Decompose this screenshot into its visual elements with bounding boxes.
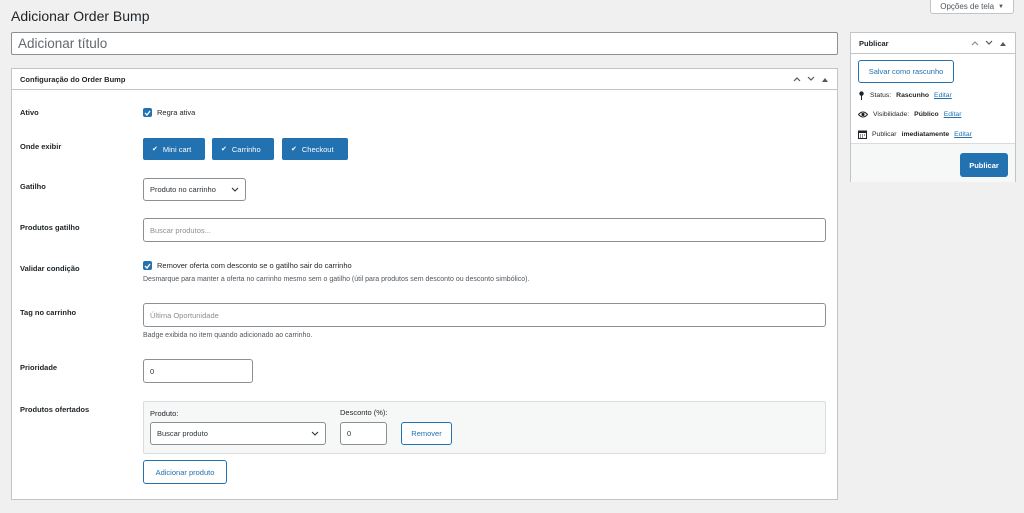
edit-status-link[interactable]: Editar <box>934 92 952 99</box>
screen-options-button[interactable]: Opções de tela ▼ <box>930 0 1014 14</box>
location-chip-label: Mini cart <box>162 144 192 154</box>
location-chip-mini-cart[interactable]: ✔ Mini cart <box>143 138 205 160</box>
ativo-checkbox-row[interactable]: Regra ativa <box>143 108 195 117</box>
check-icon: ✔ <box>221 146 227 153</box>
edit-visibility-link[interactable]: Editar <box>944 111 962 118</box>
remove-offer-label: Remover <box>411 429 442 438</box>
config-postbox-title: Configuração do Order Bump <box>20 74 126 84</box>
onde-exibir-label: Onde exibir <box>20 142 62 151</box>
offer-row-panel: Produto: Buscar produto Desconto (%): 0 … <box>143 401 826 454</box>
save-draft-label: Salvar como rascunho <box>868 67 944 76</box>
visibility-value: Público <box>914 111 939 118</box>
status-value: Rascunho <box>896 92 930 99</box>
title-input[interactable] <box>11 32 838 55</box>
publish-postbox: Publicar Salvar como rascunho Status: Ra… <box>850 32 1016 182</box>
chevron-down-icon <box>311 431 319 436</box>
gatilho-select-value: Produto no carrinho <box>150 185 216 194</box>
validar-condicao-checkbox-row[interactable]: Remover oferta com desconto se o gatilho… <box>143 261 352 270</box>
chevron-down-icon <box>231 187 239 192</box>
validar-condicao-checkbox-label: Remover oferta com desconto se o gatilho… <box>157 261 352 270</box>
produto-select-value: Buscar produto <box>157 429 208 438</box>
calendar-icon <box>858 130 867 139</box>
location-chip-checkout[interactable]: ✔ Checkout <box>282 138 348 160</box>
status-label: Status: <box>870 92 892 99</box>
chevron-up-icon[interactable] <box>793 75 801 83</box>
add-product-label: Adicionar produto <box>155 467 215 477</box>
produtos-gatilho-label: Produtos gatilho <box>20 223 80 232</box>
caret-down-icon: ▼ <box>998 3 1004 10</box>
eye-icon <box>858 111 868 118</box>
gatilho-label: Gatilho <box>20 182 46 191</box>
visibility-label: Visibilidade: <box>873 111 910 118</box>
publish-date-label: Publicar <box>872 131 897 138</box>
remove-offer-button[interactable]: Remover <box>401 422 452 445</box>
postbox-handle-actions <box>971 39 1007 47</box>
visibility-row: Visibilidade: Público Editar <box>858 111 961 118</box>
publish-button-label: Publicar <box>969 160 999 170</box>
location-chip-carrinho[interactable]: ✔ Carrinho <box>212 138 274 160</box>
publish-actions: Publicar <box>851 143 1015 182</box>
location-chip-label: Checkout <box>301 144 334 154</box>
add-product-button[interactable]: Adicionar produto <box>143 460 227 484</box>
produto-select[interactable]: Buscar produto <box>150 422 326 445</box>
publish-postbox-header: Publicar <box>851 33 1015 54</box>
publish-date-row: Publicar imediatamente Editar <box>858 130 972 139</box>
validar-condicao-label: Validar condição <box>20 264 80 273</box>
desconto-label: Desconto (%): <box>340 408 388 417</box>
config-postbox: Configuração do Order Bump Ativo Regra a… <box>11 68 838 500</box>
chevron-down-icon[interactable] <box>985 39 993 47</box>
produto-label: Produto: <box>150 409 179 418</box>
chevron-down-icon[interactable] <box>807 75 815 83</box>
tag-carrinho-help: Badge exibida no item quando adicionado … <box>143 332 313 339</box>
validar-condicao-help: Desmarque para manter a oferta no carrin… <box>143 276 530 283</box>
config-postbox-header: Configuração do Order Bump <box>12 69 837 90</box>
chevron-up-icon[interactable] <box>971 39 979 47</box>
publish-button[interactable]: Publicar <box>960 153 1008 177</box>
edit-publish-date-link[interactable]: Editar <box>954 131 972 138</box>
check-icon: ✔ <box>291 146 297 153</box>
save-draft-button[interactable]: Salvar como rascunho <box>858 60 954 83</box>
arrow-up-icon[interactable] <box>821 75 829 83</box>
prioridade-value: 0 <box>150 366 155 376</box>
produtos-gatilho-placeholder: Buscar produtos... <box>150 225 211 235</box>
check-icon: ✔ <box>152 146 158 153</box>
desconto-input[interactable]: 0 <box>340 422 387 445</box>
screen-options-label: Opções de tela <box>940 1 995 11</box>
status-row: Status: Rascunho Editar <box>858 91 952 100</box>
arrow-up-icon[interactable] <box>999 39 1007 47</box>
publish-date-value: imediatamente <box>901 131 950 138</box>
publish-postbox-title: Publicar <box>859 38 889 48</box>
validar-condicao-checkbox[interactable] <box>143 261 152 270</box>
postbox-handle-actions <box>793 75 829 83</box>
tag-carrinho-input[interactable]: Última Oportunidade <box>143 303 826 327</box>
tag-carrinho-placeholder: Última Oportunidade <box>150 310 219 320</box>
page-title: Adicionar Order Bump <box>11 8 150 24</box>
ativo-label: Ativo <box>20 108 39 117</box>
ativo-checkbox[interactable] <box>143 108 152 117</box>
prioridade-label: Prioridade <box>20 363 58 372</box>
produtos-ofertados-label: Produtos ofertados <box>20 405 90 414</box>
gatilho-select[interactable]: Produto no carrinho <box>143 178 246 201</box>
desconto-value: 0 <box>347 429 352 438</box>
produtos-gatilho-search[interactable]: Buscar produtos... <box>143 218 826 242</box>
pin-icon <box>859 91 864 100</box>
ativo-checkbox-label: Regra ativa <box>157 108 196 117</box>
tag-carrinho-label: Tag no carrinho <box>20 308 77 317</box>
prioridade-input[interactable]: 0 <box>143 359 253 383</box>
location-chip-label: Carrinho <box>231 144 261 154</box>
